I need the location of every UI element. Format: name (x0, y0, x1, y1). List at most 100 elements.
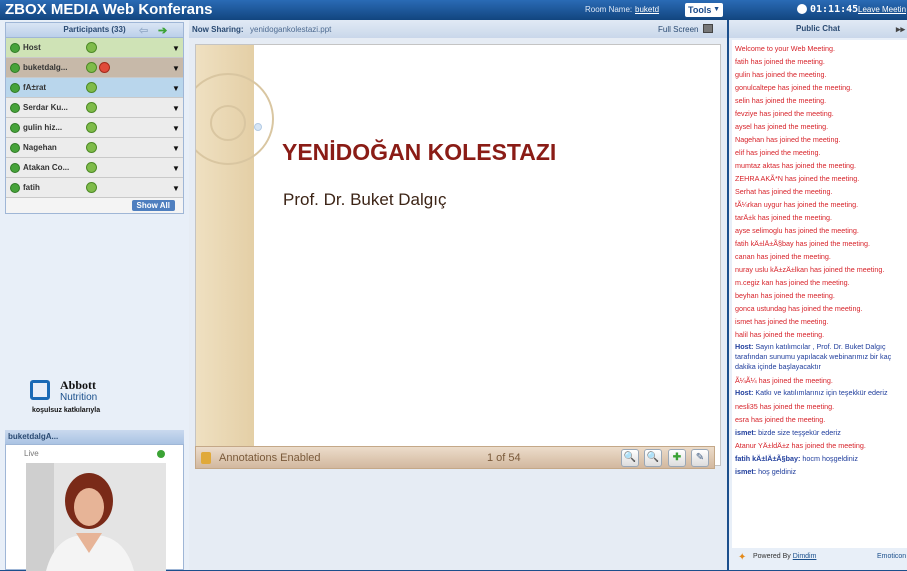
participant-row[interactable]: Nagehan ▼ (6, 138, 183, 158)
participant-name: gulin hiz... (23, 123, 63, 132)
microphone-icon[interactable] (86, 62, 97, 73)
status-online-icon (10, 43, 20, 53)
chat-message: Host: Sayın katılımcılar , Prof. Dr. Buk… (735, 341, 905, 374)
presenter-badge-icon (99, 62, 110, 73)
microphone-icon[interactable] (86, 182, 97, 193)
microphone-icon[interactable] (86, 122, 97, 133)
participant-name: Atakan Co... (23, 163, 70, 172)
chat-text: Katkı ve katılımlarınız için teşekkür ed… (755, 388, 888, 397)
zoom-out-icon[interactable]: 🔍 (621, 449, 639, 467)
chevron-down-icon[interactable]: ▼ (172, 184, 180, 193)
participant-row[interactable]: fatih ▼ (6, 178, 183, 198)
participant-row[interactable]: Host ▼ (6, 38, 183, 58)
participant-row[interactable]: fA±rat ▼ (6, 78, 183, 98)
powered-by: Powered By Dimdim (753, 553, 816, 560)
chat-text: Sayın katılımcılar , Prof. Dr. Buket Dal… (735, 342, 892, 371)
top-bar: ZBOX MEDIA Web Konferans Room Name: buke… (0, 0, 907, 20)
chat-message: mumtaz aktas has joined the meeting. (735, 161, 857, 170)
slide-title: YENİDOĞAN KOLESTAZI (282, 139, 557, 165)
abbott-logo-icon (30, 380, 50, 400)
chevron-down-icon[interactable]: ▼ (172, 64, 180, 73)
chat-message: Nagehan has joined the meeting. (735, 135, 841, 144)
show-all-row: Show All (6, 198, 183, 213)
chevron-down-icon[interactable]: ▼ (172, 44, 180, 53)
participant-row[interactable]: Serdar Ku... ▼ (6, 98, 183, 118)
chat-panel: Public Chat ▸▸ Welcome to your Web Meeti… (729, 20, 907, 570)
powered-by-label: Powered By (753, 553, 791, 560)
chat-footer: ✦ Powered By Dimdim Emoticon (729, 548, 907, 570)
emoticons-button[interactable]: Emoticon (877, 553, 906, 560)
chat-message: gonca ustundag has joined the meeting. (735, 304, 863, 313)
status-online-icon (10, 103, 20, 113)
arrow-right-icon[interactable]: ➔ (158, 24, 167, 38)
status-online-icon (10, 163, 20, 173)
chat-message: gulin has joined the meeting. (735, 70, 827, 79)
chat-title: Public Chat (795, 24, 840, 33)
chat-message: m.cegiz kan has joined the meeting. (735, 278, 850, 287)
slide-subtitle: Prof. Dr. Buket Dalgıç (283, 190, 447, 209)
room-name-link[interactable]: buketd (635, 5, 659, 14)
chevron-down-icon[interactable]: ▼ (172, 164, 180, 173)
leave-meeting-link[interactable]: Leave Meetin (858, 5, 906, 14)
chat-message: nesli35 has joined the meeting. (735, 402, 835, 411)
chat-message: halil has joined the meeting. (735, 330, 825, 339)
chat-sender: ismet: (735, 428, 757, 437)
arrow-left-icon[interactable]: ⇦ (139, 24, 148, 38)
chevron-down-icon[interactable]: ▼ (172, 104, 180, 113)
microphone-icon[interactable] (86, 82, 97, 93)
chat-message: tarÄ±k has joined the meeting. (735, 213, 833, 222)
pan-icon[interactable]: ✚ (668, 449, 686, 467)
app-title: ZBOX MEDIA Web Konferans (5, 1, 213, 18)
chat-message: Serhat has joined the meeting. (735, 187, 833, 196)
participant-row[interactable]: Atakan Co... ▼ (6, 158, 183, 178)
room-name-label: Room Name: (585, 5, 633, 14)
participant-row[interactable]: gulin hiz... ▼ (6, 118, 183, 138)
chat-message: fatih has joined the meeting. (735, 57, 825, 66)
chat-message: esra has joined the meeting. (735, 415, 826, 424)
microphone-icon[interactable] (86, 102, 97, 113)
chevron-down-icon[interactable]: ▼ (172, 84, 180, 93)
full-screen-button[interactable]: Full Screen (658, 25, 698, 34)
sharing-header: Now Sharing: yenidogankolestazi.ppt Full… (189, 20, 727, 38)
microphone-icon[interactable] (86, 42, 97, 53)
chat-message: beyhan has joined the meeting. (735, 291, 835, 300)
presenter-silhouette (26, 463, 166, 571)
participant-name: Nagehan (23, 143, 57, 152)
tools-menu-button[interactable]: Tools ▼ (685, 3, 723, 17)
annotations-status: Annotations Enabled (219, 452, 321, 464)
slide-ring-decoration (210, 105, 246, 141)
chat-message: elif has joined the meeting. (735, 148, 821, 157)
sponsor-note: koşulsuz katkılarıyla (32, 407, 101, 414)
collapse-panel-icon[interactable]: ▸▸ (896, 20, 905, 38)
microphone-icon[interactable] (86, 142, 97, 153)
zoom-in-icon[interactable]: 🔍 (644, 449, 662, 467)
live-indicator-icon (157, 450, 165, 458)
chevron-down-icon[interactable]: ▼ (172, 124, 180, 133)
sponsor-division: Nutrition (60, 392, 98, 403)
tools-label: Tools (688, 5, 712, 15)
show-all-button[interactable]: Show All (131, 200, 175, 211)
now-sharing-label: Now Sharing: (192, 25, 244, 34)
chat-message: ismet: bizde size teşşekür ederiz (735, 426, 905, 439)
participant-list: Host ▼ buketdalg... ▼ fA±rat ▼ Serdar Ku... ▼ gu… (5, 38, 184, 214)
fullscreen-icon[interactable] (703, 24, 713, 33)
sponsor-brand: Abbott (60, 378, 97, 392)
sponsor-logo: Abbott Nutrition koşulsuz katkılarıyla (30, 378, 150, 428)
chat-sender: Host: (735, 388, 754, 397)
chat-message: tÃ¼rkan uygur has joined the meeting. (735, 200, 859, 209)
page-indicator: 1 of 54 (487, 452, 521, 464)
chat-message: aysel has joined the meeting. (735, 122, 829, 131)
participant-name: fatih (23, 183, 40, 192)
camera-header: buketdalgA... (5, 430, 184, 444)
annotation-toolbar: Annotations Enabled 1 of 54 🔍 🔍 ✚ ✎ (195, 446, 715, 469)
chat-header: Public Chat ▸▸ (729, 20, 907, 38)
powered-by-link[interactable]: Dimdim (793, 553, 817, 560)
pencil-icon[interactable]: ✎ (691, 449, 709, 467)
participant-row[interactable]: buketdalg... ▼ (6, 58, 183, 78)
chat-message: Ã¼Ã¼ has joined the meeting. (735, 376, 833, 385)
slide-canvas: YENİDOĞAN KOLESTAZI Prof. Dr. Buket Dalg… (195, 44, 721, 466)
chevron-down-icon[interactable]: ▼ (172, 144, 180, 153)
microphone-icon[interactable] (86, 162, 97, 173)
status-online-icon (10, 63, 20, 73)
slide-dot-decoration (254, 123, 262, 131)
